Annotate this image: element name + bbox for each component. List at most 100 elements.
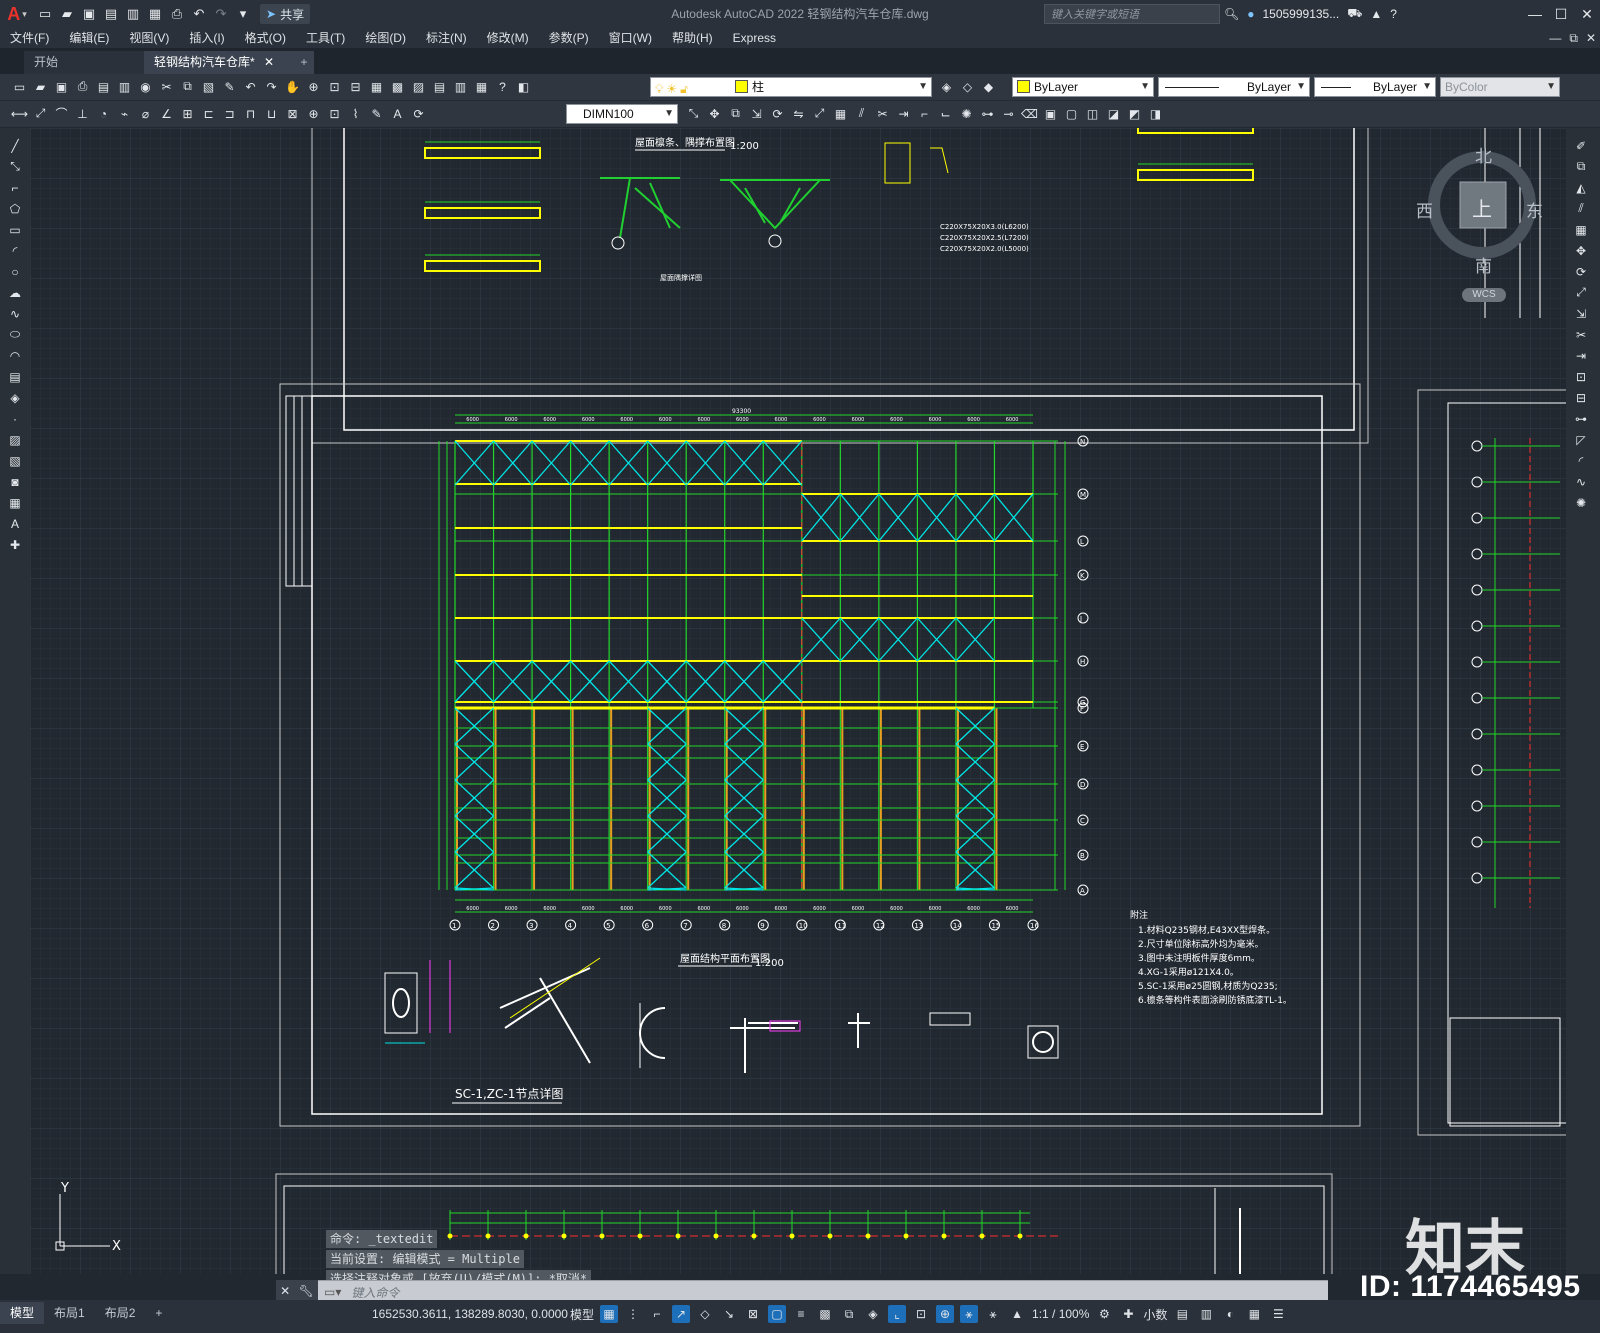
tab-layout2[interactable]: 布局2 [95,1302,146,1324]
radius-icon[interactable]: ◔ [94,104,113,123]
workspace-icon[interactable]: ⚙ [1095,1305,1113,1323]
image-icon[interactable]: ◨ [1146,104,1165,123]
inspect-icon[interactable]: ⊡ [325,104,344,123]
close-icon[interactable]: ✕ [1574,0,1600,28]
publish-icon[interactable]: ▥ [115,77,134,96]
menu-item[interactable]: 标注(N) [416,28,477,48]
selection-cycling-icon[interactable]: ⧉ [840,1305,858,1323]
region-icon[interactable]: ◙ [4,472,26,491]
osnap-icon[interactable]: ⊠ [744,1305,762,1323]
menu-item[interactable]: 格式(O) [235,28,296,48]
polar-icon[interactable]: ↗ [672,1305,691,1323]
plotstyle-dropdown[interactable]: ByColor ▼ [1440,77,1560,97]
linear-dim-icon[interactable]: ⟷ [10,104,29,123]
scale-r-icon[interactable]: ⤢ [1570,283,1592,302]
layer-dropdown[interactable]: 💡︎ ☀ 🔓︎ 柱 ▼ [650,77,932,97]
save-icon[interactable]: ▣ [78,3,100,25]
design-center-icon[interactable]: ▩ [388,77,407,96]
search-input[interactable]: 键入关键字或短语 [1044,4,1220,24]
block-icon[interactable]: ◫ [1083,104,1102,123]
lock-ui-icon[interactable]: ▥ [1197,1305,1215,1323]
selection-filter-icon[interactable]: ⊡ [912,1305,930,1323]
match-properties-icon[interactable]: ✎ [220,77,239,96]
insert-block-icon[interactable]: ▤ [4,367,26,386]
erase-r-icon[interactable]: ✐ [1570,136,1592,155]
open-web-icon[interactable]: ▥ [122,3,144,25]
rotate-icon[interactable]: ⟳ [768,104,787,123]
extend-r-icon[interactable]: ⇥ [1570,346,1592,365]
stretch-icon[interactable]: ⇲ [747,104,766,123]
viewcube-east[interactable]: 东 [1526,197,1543,222]
ortho-icon[interactable]: ⌐ [648,1305,666,1323]
doc-restore-icon[interactable]: ⧉ [1569,28,1578,48]
fillet-r-icon[interactable]: ◜ [1570,451,1592,470]
open-icon[interactable]: ▰ [56,3,78,25]
add-selected-icon[interactable]: ✚ [4,535,26,554]
break-icon[interactable]: ⊸ [999,104,1018,123]
user-icon[interactable]: ● [1247,7,1254,21]
make-block-icon[interactable]: ◈ [4,388,26,407]
ungroup-icon[interactable]: ▢ [1062,104,1081,123]
drawing-canvas[interactable]: 屋面檩条、隅撑布置图 1:200 屋面隅撑详图 C220X75X20X3.0(L… [30,128,1566,1274]
viewcube-north[interactable]: 北 [1475,142,1492,167]
tool-palettes-icon[interactable]: ▨ [409,77,428,96]
plot-preview-icon[interactable]: ▤ [94,77,113,96]
object-snap-icon[interactable]: ▢ [768,1305,787,1323]
viewcube-top[interactable]: 上 [1472,193,1492,222]
menu-item[interactable]: 帮助(H) [662,28,723,48]
customize-qat-icon[interactable]: ▾ [232,3,254,25]
model-space-label[interactable]: 模型 [570,1306,594,1323]
gizmo-icon[interactable]: ⊕ [936,1305,955,1323]
menu-item[interactable]: Express [723,28,786,48]
menu-item[interactable]: 文件(F) [0,28,59,48]
break-r-icon[interactable]: ⊟ [1570,388,1592,407]
aligned-dim-icon[interactable]: ⤢ [31,104,50,123]
explode-icon[interactable]: ✺ [957,104,976,123]
clean-screen-icon[interactable]: ☰ [1269,1305,1287,1323]
annotation-visibility-icon[interactable]: ⚹ [960,1305,979,1323]
save-as-icon[interactable]: ▤ [100,3,122,25]
tab-document[interactable]: 轻钢结构汽车仓库* ✕ [144,51,314,74]
spline-icon[interactable]: ∿ [4,304,26,323]
viewcube[interactable]: 北 南 东 西 上 WCS [1416,140,1560,340]
graphics-performance-icon[interactable]: ▦ [1245,1305,1263,1323]
color-dropdown[interactable]: ByLayer ▼ [1012,77,1154,97]
jogged-icon[interactable]: ⌁ [115,104,134,123]
dim-space-icon[interactable]: ⊓ [241,104,260,123]
erase-icon[interactable]: ⌫ [1020,104,1039,123]
markup-icon[interactable]: ▥ [451,77,470,96]
layer-properties-icon[interactable]: ◧ [514,77,533,96]
polygon-icon[interactable]: ⬠ [4,199,26,218]
continue-icon[interactable]: ⊐ [220,104,239,123]
minimize-icon[interactable]: — [1522,0,1548,28]
plot-icon[interactable]: ⎙ [166,3,188,25]
offset-icon[interactable]: ⫽ [852,104,871,123]
hatch-icon[interactable]: ▨ [4,430,26,449]
doc-close-icon[interactable]: ✕ [1586,28,1596,48]
grid-icon[interactable]: ▦ [600,1305,619,1323]
viewcube-south[interactable]: 南 [1475,252,1492,277]
dimstyle-icon[interactable]: ⤡ [684,104,703,123]
dynamic-ucs-icon[interactable]: ⌞ [888,1305,907,1323]
annotation-scale-icon[interactable]: ▲ [1008,1305,1026,1323]
explode-r-icon[interactable]: ✺ [1570,493,1592,512]
angular-icon[interactable]: ∠ [157,104,176,123]
help-icon[interactable]: ? [1390,7,1397,21]
move-r-icon[interactable]: ✥ [1570,241,1592,260]
pan-icon[interactable]: ✋ [283,77,302,96]
tolerance-icon[interactable]: ⊠ [283,104,302,123]
maximize-icon[interactable]: ☐ [1548,0,1574,28]
copy-icon[interactable]: ⧉ [178,77,197,96]
linetype-dropdown[interactable]: ByLayer ▼ [1158,77,1310,97]
copy-r-icon[interactable]: ⧉ [1570,157,1592,176]
isodraft-icon[interactable]: ◇ [696,1305,714,1323]
arc-icon[interactable]: ◜ [4,241,26,260]
quick-dim-icon[interactable]: ⊞ [178,104,197,123]
mirror-icon[interactable]: ⇋ [789,104,808,123]
gradient-icon[interactable]: ▧ [4,451,26,470]
isolate-objects-icon[interactable]: ◐ [1221,1305,1239,1323]
tab-start[interactable]: 开始 [24,51,162,74]
paste-icon[interactable]: ▧ [199,77,218,96]
diameter-icon[interactable]: ⌀ [136,104,155,123]
add-layout-button[interactable]: + [145,1302,172,1324]
